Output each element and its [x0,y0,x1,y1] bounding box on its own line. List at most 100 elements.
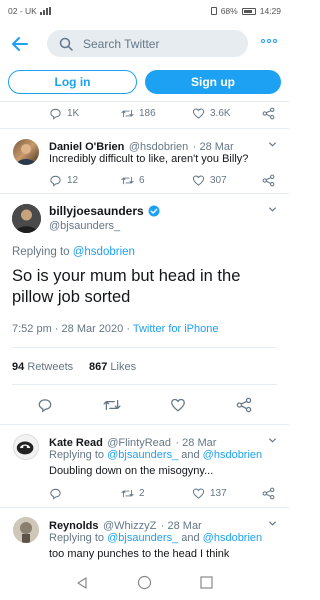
tweet-timestamp: 7:52 pm · 28 Mar 2020 · Twitter for iPho… [12,323,218,335]
display-name[interactable]: Kate Read [49,437,103,449]
like-action[interactable]: 137 [192,487,227,500]
top-bar: Search Twitter [0,26,289,62]
heart-icon [192,175,205,186]
like-action[interactable]: 3.6K [192,107,231,120]
reply-icon[interactable] [37,397,53,413]
likes-count: 867 [89,361,108,373]
like-count: 137 [210,488,227,499]
mention-link[interactable]: @hsdobrien [73,246,135,258]
tweet-date: · 28 Mar [160,520,202,532]
reply-count: 12 [67,175,79,186]
conjunction: and [178,449,203,461]
mention-link[interactable]: @hsdobrien [203,532,262,544]
retweets-count: 94 [12,361,25,373]
retweet-icon[interactable] [103,397,121,413]
reply-action[interactable]: 1K [49,107,79,120]
reply-icon[interactable] [49,487,62,500]
signal-icon [39,7,51,15]
recents-nav-icon[interactable] [200,576,213,589]
heart-icon [192,108,205,119]
tweet-reply[interactable]: Kate Read @FlintyRead · 28 Mar Replying … [0,425,289,507]
main-tweet: billyjoesaunders @bjsaunders_ Replying t… [0,194,289,424]
battery-icon [241,7,256,15]
tweet-date: · 28 Mar [175,437,217,449]
share-action[interactable] [262,487,275,500]
status-bar: 02 - UK 68% 14:29 [0,0,289,22]
search-input[interactable]: Search Twitter [47,30,248,57]
replying-to: Replying to @bjsaunders_ and @hsdobrien [49,449,262,461]
home-nav-icon[interactable] [137,575,152,590]
source-link[interactable]: Twitter for iPhone [133,323,219,335]
divider [12,384,277,385]
display-name[interactable]: billyjoesaunders [49,204,144,218]
login-button[interactable]: Log in [8,70,137,94]
chevron-down-icon[interactable] [268,519,277,528]
signup-button[interactable]: Sign up [145,70,281,94]
reply-icon [50,108,61,120]
likes-stat[interactable]: 867 Likes [89,361,136,373]
like-count: 3.6K [210,108,231,119]
clock: 14:29 [259,6,281,16]
share-icon [262,174,275,187]
chevron-down-icon[interactable] [268,205,277,214]
retweet-action[interactable]: 6 [121,174,145,187]
share-icon [262,107,275,120]
divider [12,347,277,348]
retweet-count: 6 [139,175,145,186]
verified-badge-icon [148,205,160,217]
retweet-icon [121,489,134,498]
reply-action[interactable]: 12 [49,174,78,187]
likes-label: Likes [110,361,137,373]
heart-icon[interactable] [170,397,186,413]
avatar[interactable] [13,139,39,165]
user-handle[interactable]: @FlintyRead [107,437,171,449]
share-action[interactable] [262,174,275,187]
avatar[interactable] [13,434,39,460]
tweet-date: · 28 Mar [192,141,234,153]
tweet-reply[interactable]: Daniel O'Brien @hsdobrien · 28 Mar Incre… [0,129,289,192]
mention-link[interactable]: @bjsaunders_ [107,532,178,544]
chevron-down-icon[interactable] [268,140,277,149]
tweet-text: too many punches to the head I think [49,548,230,560]
tweet-text: So is your mum but head in the pillow jo… [12,267,241,306]
retweet-count: 186 [139,108,156,119]
user-handle[interactable]: @bjsaunders_ [49,220,120,232]
like-action[interactable]: 307 [192,174,227,187]
display-name[interactable]: Reynolds [49,520,99,532]
retweet-icon [121,176,134,185]
share-icon [262,487,275,500]
like-count: 307 [210,175,227,186]
carrier-label: 02 - UK [8,6,37,16]
battery-percent: 68% [220,6,238,16]
more-options-icon[interactable] [261,39,277,43]
tweet-text: Incredibly difficult to like, aren't you… [49,153,249,165]
reply-icon [50,175,61,187]
user-handle[interactable]: @WhizzyZ [103,520,156,532]
search-icon [59,37,73,51]
heart-icon [192,488,205,499]
author-name-row: billyjoesaunders [49,204,160,218]
retweet-action[interactable]: 2 [121,487,145,500]
retweet-count: 2 [139,488,145,499]
avatar[interactable] [12,204,41,233]
replying-to-label: Replying to [12,246,73,258]
reply-count: 1K [67,108,80,119]
back-arrow-icon[interactable] [10,34,30,54]
share-action[interactable] [262,107,275,120]
chevron-down-icon[interactable] [268,436,277,445]
retweet-action[interactable]: 186 [121,107,156,120]
divider [0,101,289,102]
retweets-label: Retweets [27,361,74,373]
back-nav-icon[interactable] [75,576,89,590]
tweet-reply[interactable]: Reynolds @WhizzyZ · 28 Mar Replying to @… [0,508,289,567]
retweets-stat[interactable]: 94 Retweets [12,361,73,373]
replying-to: Replying to @hsdobrien [12,246,135,258]
search-placeholder: Search Twitter [83,36,160,51]
conjunction: and [178,532,203,544]
mention-link[interactable]: @bjsaunders_ [107,449,178,461]
mention-link[interactable]: @hsdobrien [203,449,262,461]
user-handle[interactable]: @hsdobrien [129,141,188,153]
share-icon[interactable] [236,397,252,413]
display-name[interactable]: Daniel O'Brien [49,141,124,153]
avatar[interactable] [13,517,39,543]
